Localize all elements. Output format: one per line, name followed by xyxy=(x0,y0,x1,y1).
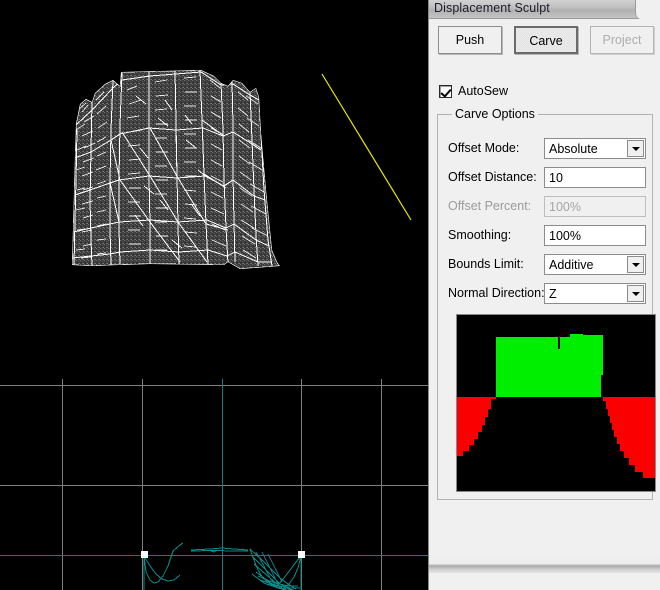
offset-percent-input[interactable]: 100% xyxy=(544,196,646,217)
checkmark-icon[interactable] xyxy=(439,84,452,98)
bounds-limit-label: Bounds Limit: xyxy=(448,257,524,271)
sculpt-mesh-object xyxy=(72,70,280,269)
application-window: Displacement Sculpt Push Carve Project A… xyxy=(0,0,660,590)
field-normal-direction: Normal Direction: Z xyxy=(448,283,646,305)
panel-bottom-strip xyxy=(429,556,660,573)
preview-graphic xyxy=(457,315,655,491)
field-bounds-limit: Bounds Limit: Additive xyxy=(448,254,646,276)
perspective-scene xyxy=(72,70,412,269)
normal-direction-combobox[interactable]: Z xyxy=(544,283,646,304)
field-smoothing: Smoothing: 100% xyxy=(448,225,646,247)
smoothing-value: 100% xyxy=(549,229,581,243)
field-offset-mode: Offset Mode: Absolute xyxy=(448,138,646,160)
project-button[interactable]: Project xyxy=(590,26,654,54)
carve-options-legend: Carve Options xyxy=(452,107,538,121)
offset-distance-input[interactable]: 10 xyxy=(544,167,646,188)
viewport-perspective-3d[interactable] xyxy=(0,0,430,379)
offset-mode-combobox[interactable]: Absolute xyxy=(544,138,646,159)
grid-lines xyxy=(0,379,430,590)
bounds-limit-combobox[interactable]: Additive xyxy=(544,254,646,275)
autosew-label: AutoSew xyxy=(458,84,509,98)
offset-distance-label: Offset Distance: xyxy=(448,170,537,184)
smoothing-label: Smoothing: xyxy=(448,228,512,242)
offset-percent-value: 100% xyxy=(549,200,581,214)
displacement-sculpt-panel: Displacement Sculpt Push Carve Project A… xyxy=(428,0,660,590)
offset-mode-label: Offset Mode: xyxy=(448,141,520,155)
axis-lines xyxy=(0,379,430,590)
chevron-down-icon[interactable] xyxy=(627,256,644,273)
autosew-checkbox-row[interactable]: AutoSew xyxy=(439,83,508,99)
field-offset-distance: Offset Distance: 10 xyxy=(448,167,646,189)
bounds-limit-value: Additive xyxy=(549,258,594,272)
offset-distance-value: 10 xyxy=(549,171,563,185)
chevron-down-icon[interactable] xyxy=(627,140,644,157)
offset-mode-value: Absolute xyxy=(549,142,598,156)
panel-body: Push Carve Project AutoSew Carve Options… xyxy=(429,19,660,573)
titlebar-corner-decoration xyxy=(635,0,660,19)
displacement-preview-image[interactable] xyxy=(456,314,656,492)
field-offset-percent: Offset Percent: 100% xyxy=(448,196,646,218)
window-titlebar[interactable]: Displacement Sculpt xyxy=(429,0,660,19)
mode-button-group: Push Carve Project xyxy=(438,26,654,56)
front-scene xyxy=(0,379,430,590)
window-title: Displacement Sculpt xyxy=(434,1,550,15)
smoothing-input[interactable]: 100% xyxy=(544,225,646,246)
carve-options-groupbox: Carve Options Offset Mode: Absolute Offs… xyxy=(437,107,656,500)
chevron-down-icon[interactable] xyxy=(627,285,644,302)
normal-direction-label: Normal Direction: xyxy=(448,286,545,300)
carve-button[interactable]: Carve xyxy=(514,26,578,54)
guide-line xyxy=(321,73,412,221)
offset-percent-label: Offset Percent: xyxy=(448,199,532,213)
push-button[interactable]: Push xyxy=(438,26,502,54)
viewport-front-ortho[interactable] xyxy=(0,379,430,590)
normal-direction-value: Z xyxy=(549,287,557,301)
